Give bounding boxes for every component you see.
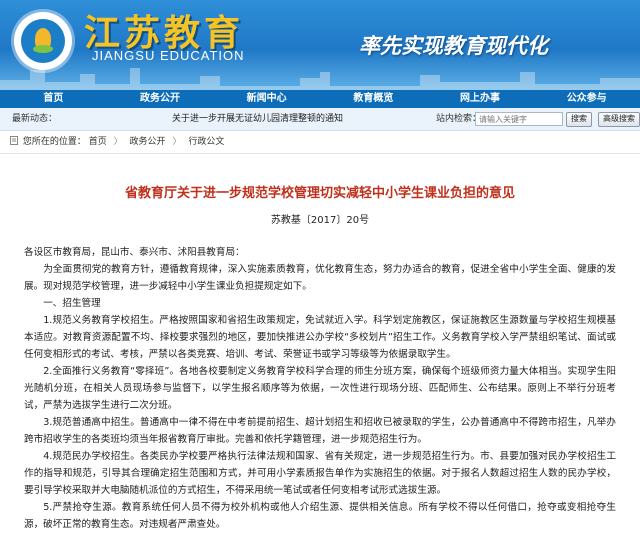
article-paragraph: 各设区市教育局，昆山市、泰兴市、沭阳县教育局： bbox=[24, 247, 245, 258]
breadcrumb-official-documents[interactable]: 行政公文 bbox=[188, 137, 224, 147]
nav-item-online-services[interactable]: 网上办事 bbox=[427, 90, 534, 108]
document-number: 苏教基〔2017〕20号 bbox=[270, 215, 370, 226]
ticker-bar: 最新动态： 关于进一步开展无证幼儿园清理整顿的通知 站内检索： 搜索 高级搜索 bbox=[0, 108, 640, 131]
article-body: 各设区市教育局，昆山市、泰兴市、沭阳县教育局： 为全面贯彻党的教育方针，遵循教育… bbox=[24, 244, 616, 533]
nav-item-education-overview[interactable]: 教育概览 bbox=[320, 90, 427, 108]
ticker-label: 最新动态： bbox=[12, 114, 58, 124]
article-paragraph: 5.严禁抢夺生源。教育系统任何人员不得为校外机构或他人介绍生源、提供相关信息。所… bbox=[24, 502, 616, 530]
site-banner: 江苏教育 JIANGSU EDUCATION 率先实现教育现代化 bbox=[0, 0, 640, 90]
banner-slogan: 率先实现教育现代化 bbox=[359, 34, 548, 58]
article-paragraph: 4.规范民办学校招生。各类民办学校要严格执行法律法规和国家、省有关规定，进一步规… bbox=[24, 451, 616, 496]
section-heading: 一、招生管理 bbox=[43, 298, 101, 309]
breadcrumb-home[interactable]: 首页 bbox=[89, 137, 107, 147]
nav-item-government-affairs[interactable]: 政务公开 bbox=[107, 90, 214, 108]
logo-emblem bbox=[14, 12, 72, 70]
article: 省教育厅关于进一步规范学校管理切实减轻中小学生课业负担的意见 苏教基〔2017〕… bbox=[0, 182, 640, 533]
main-navigation: 首页 政务公开 新闻中心 教育概览 网上办事 公众参与 bbox=[0, 90, 640, 108]
breadcrumb-separator: 〉 bbox=[172, 137, 182, 147]
skyline-decoration bbox=[0, 68, 640, 90]
article-title: 省教育厅关于进一步规范学校管理切实减轻中小学生课业负担的意见 bbox=[124, 186, 515, 201]
breadcrumb-government-affairs[interactable]: 政务公开 bbox=[130, 137, 166, 147]
article-paragraph: 为全面贯彻党的教育方针，遵循教育规律，深入实施素质教育，优化教育生态，努力办适合… bbox=[24, 264, 616, 292]
article-paragraph: 3.规范普通高中招生。普通高中一律不得在中考前提前招生、超计划招生和招收已被录取… bbox=[24, 417, 616, 445]
breadcrumb-prefix: 您所在的位置： bbox=[22, 137, 86, 147]
document-icon bbox=[10, 136, 18, 145]
article-paragraph: 2.全面推行义务教育“零择班”。各地各校要制定义务教育学校科学合理的师生分班方案… bbox=[24, 366, 616, 411]
search-button[interactable]: 搜索 bbox=[566, 112, 592, 127]
ticker-news-link[interactable]: 关于进一步开展无证幼儿园清理整顿的通知 bbox=[172, 108, 343, 130]
breadcrumb: 您所在的位置： 首页 〉 政务公开 〉 行政公文 bbox=[0, 131, 640, 154]
site-subtitle: JIANGSU EDUCATION bbox=[92, 48, 245, 63]
advanced-search-button[interactable]: 高级搜索 bbox=[598, 112, 640, 127]
breadcrumb-separator: 〉 bbox=[113, 137, 123, 147]
search-input[interactable] bbox=[475, 112, 563, 126]
nav-item-home[interactable]: 首页 bbox=[0, 90, 107, 108]
article-paragraph: 1.规范义务教育学校招生。严格按照国家和省招生政策规定，免试就近入学。科学划定施… bbox=[24, 315, 616, 360]
nav-item-news-center[interactable]: 新闻中心 bbox=[213, 90, 320, 108]
nav-item-public-participation[interactable]: 公众参与 bbox=[533, 90, 640, 108]
